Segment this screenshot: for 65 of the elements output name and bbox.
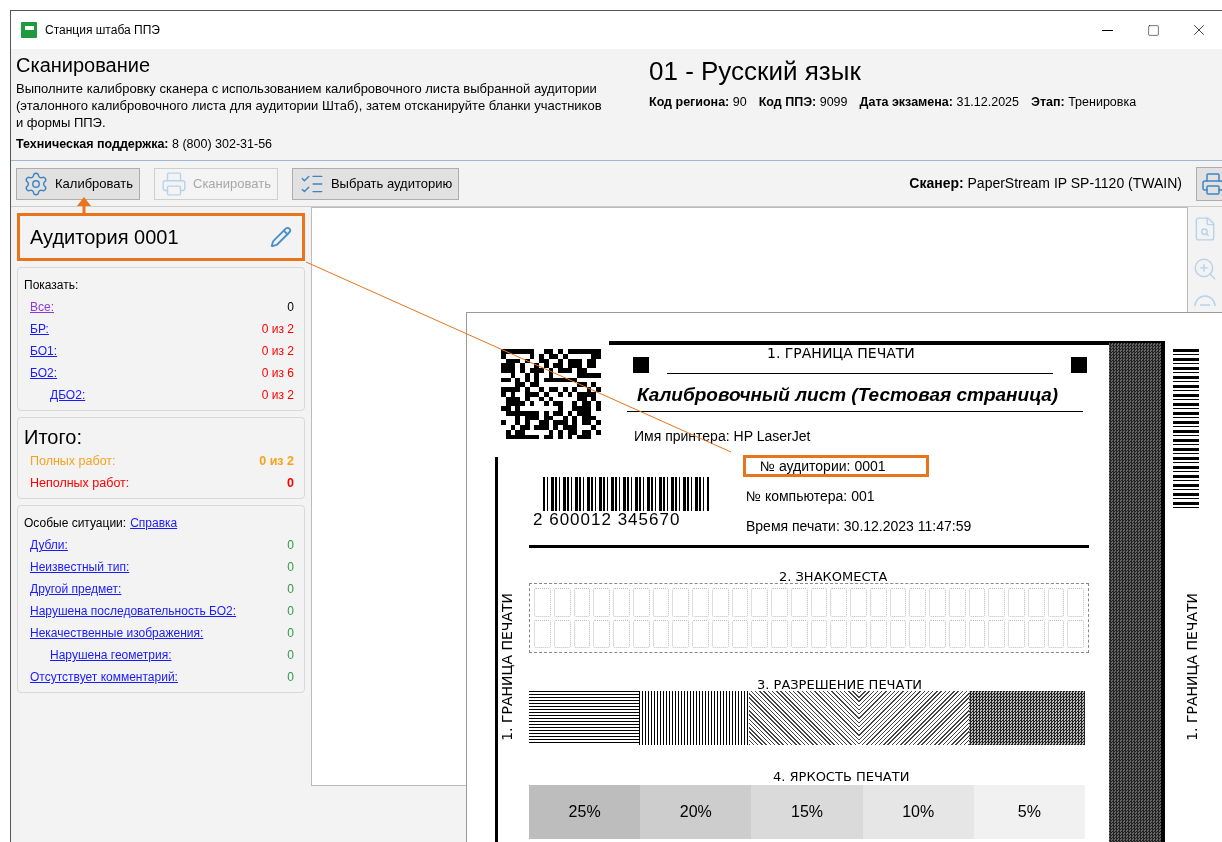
total-label: Полных работ: — [30, 452, 116, 470]
count-value: 0 — [287, 537, 294, 554]
count-value: 0 — [287, 603, 294, 620]
instruction-text: Выполните калибровку сканера с использованием калибровочного листа выбранной аудитории (эталонного калибровочного листа для аудитории Штаб), затем отсканируйте бланки участников и формы ППЭ. — [16, 80, 603, 131]
count-value: 0 — [287, 647, 294, 664]
count-value: 0 из 6 — [261, 365, 294, 382]
field-value: 001 — [851, 486, 875, 506]
exam-info: Код ППЭ: 9099 — [758, 94, 848, 111]
count-value: 0 — [287, 299, 294, 316]
print-border-label: 1. ГРАНИЦА ПЕЧАТИ — [1183, 593, 1201, 741]
brightness-swatch: 25% — [529, 785, 641, 839]
count-value: 0 — [287, 625, 294, 642]
total-value: 0 — [287, 474, 294, 492]
barcode-number: 2 600012 345670 — [533, 509, 681, 531]
section-title: 4. ЯРКОСТЬ ПЕЧАТИ — [773, 768, 910, 786]
filter-link[interactable]: БО2: — [30, 364, 58, 382]
print-border-label: 1. ГРАНИЦА ПЕЧАТИ — [498, 593, 516, 741]
brightness-swatch: 5% — [973, 785, 1085, 839]
page-title: Сканирование — [16, 53, 152, 78]
filter-link[interactable]: БР: — [30, 320, 49, 338]
exam-info: Код региона: 90 — [649, 94, 747, 111]
panel-title: Показать: — [23, 277, 80, 294]
calibrate-button[interactable]: Калибровать — [16, 167, 140, 200]
field-value: HP LaserJet — [733, 426, 811, 446]
room-title: Аудитория 0001 — [30, 225, 179, 250]
subject-title: 01 - Русский язык — [649, 55, 862, 87]
help-link[interactable]: Справка — [130, 514, 178, 532]
field-label: № аудитории: — [760, 456, 851, 476]
filter-link[interactable]: Отсутствует комментарий: — [30, 668, 178, 686]
support-text: Техническая поддержка: 8 (800) 302-31-56 — [16, 136, 274, 153]
exam-info: Дата экзамена: 31.12.2025 — [859, 94, 1019, 111]
brightness-swatch: 10% — [862, 785, 974, 839]
field-label: № компьютера: — [746, 486, 848, 506]
count-value: 0 — [287, 559, 294, 576]
count-value: 0 из 2 — [261, 343, 294, 360]
filter-link[interactable]: ДБО2: — [50, 386, 86, 404]
panel-title: Особые ситуации: — [24, 515, 127, 532]
print-border-label: 1. ГРАНИЦА ПЕЧАТИ — [767, 344, 915, 363]
scanner-info: Сканер: PaperStream IP SP-1120 (TWAIN) — [909, 174, 1182, 193]
count-value: 0 — [287, 669, 294, 686]
field-value: 30.12.2023 11:47:59 — [843, 516, 972, 536]
filter-link[interactable]: Нарушена геометрия: — [50, 646, 172, 664]
field-label: Время печати: — [746, 516, 840, 536]
filter-link[interactable]: Нарушена последовательность БО2: — [30, 602, 237, 620]
count-value: 0 — [287, 581, 294, 598]
window-title: Станция штаба ППЭ — [45, 22, 160, 39]
filter-link[interactable]: Некачественные изображения: — [30, 624, 204, 642]
total-label: Неполных работ: — [30, 474, 130, 492]
panel-title: Итого: — [24, 425, 83, 450]
count-value: 0 из 2 — [261, 387, 294, 404]
section-title: 3. РАЗРЕШЕНИЕ ПЕЧАТИ — [757, 676, 923, 694]
filter-link[interactable]: Все: — [30, 298, 54, 316]
select-room-button[interactable]: Выбрать аудиторию — [291, 167, 460, 200]
exam-info: Этап: Тренировка — [1031, 94, 1137, 111]
filter-link[interactable]: Неизвестный тип: — [30, 558, 130, 576]
count-value: 0 из 2 — [261, 321, 294, 338]
filter-link[interactable]: Другой предмет: — [30, 580, 122, 598]
total-value: 0 из 2 — [259, 452, 294, 470]
field-value: 0001 — [854, 456, 886, 476]
brightness-swatch: 15% — [751, 785, 863, 839]
filter-link[interactable]: БО1: — [30, 342, 58, 360]
filter-link[interactable]: Дубли: — [30, 536, 68, 554]
section-title: 2. ЗНАКОМЕСТА — [779, 568, 888, 586]
brightness-swatch: 20% — [640, 785, 752, 839]
sheet-title: Калибровочный лист (Тестовая страница) — [637, 383, 1059, 407]
